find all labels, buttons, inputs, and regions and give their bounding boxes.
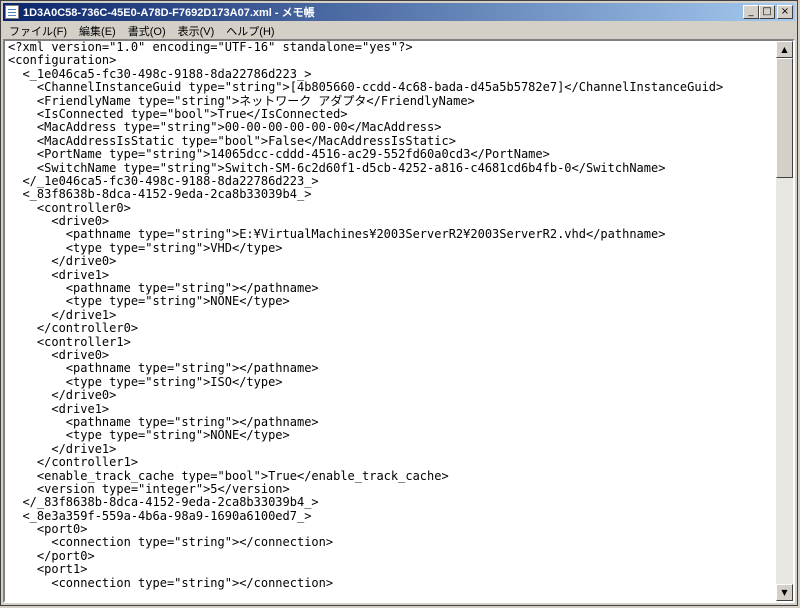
text-line[interactable]: <FriendlyName type="string">ネットワーク アダプタ<… [5,94,776,108]
text-line[interactable]: </_1e046ca5-fc30-498c-9188-8da22786d223_… [5,174,776,188]
text-line[interactable]: <type type="string">ISO</type> [5,375,776,389]
text-line[interactable]: <drive1> [5,402,776,416]
text-line[interactable]: <drive0> [5,214,776,228]
menu-view[interactable]: 表示(V) [172,23,221,39]
text-line[interactable]: </controller1> [5,455,776,469]
text-line[interactable]: <ChannelInstanceGuid type="string">[4b80… [5,80,776,94]
text-line[interactable]: <connection type="string"></connection> [5,536,776,550]
scroll-up-button[interactable]: ▲ [776,41,793,58]
scroll-down-button[interactable]: ▼ [776,584,793,601]
text-line[interactable]: </drive0> [5,254,776,268]
text-line[interactable]: <MacAddressIsStatic type="bool">False</M… [5,134,776,148]
text-line[interactable]: <controller1> [5,335,776,349]
text-line[interactable]: <SwitchName type="string">Switch-SM-6c2d… [5,161,776,175]
text-line[interactable]: </port0> [5,549,776,563]
text-line[interactable]: </drive0> [5,388,776,402]
close-button[interactable]: × [777,5,793,19]
editor-pane[interactable]: <?xml version="1.0" encoding="UTF-16" st… [3,39,795,603]
menu-bar: ファイル(F) 編集(E) 書式(O) 表示(V) ヘルプ(H) [3,22,795,39]
menu-file[interactable]: ファイル(F) [3,23,73,39]
text-content[interactable]: <?xml version="1.0" encoding="UTF-16" st… [5,41,776,601]
notepad-icon[interactable] [5,5,19,19]
text-line[interactable]: <drive0> [5,348,776,362]
text-line[interactable]: <drive1> [5,268,776,282]
menu-help[interactable]: ヘルプ(H) [220,23,280,39]
text-line[interactable]: </drive1> [5,442,776,456]
text-line[interactable]: <pathname type="string"></pathname> [5,281,776,295]
text-line[interactable]: <connection type="string"></connection> [5,576,776,590]
text-line[interactable]: </drive1> [5,308,776,322]
menu-format[interactable]: 書式(O) [122,23,172,39]
text-line[interactable]: <type type="string">NONE</type> [5,428,776,442]
window-title: 1D3A0C58-736C-45E0-A78D-F7692D173A07.xml… [23,7,315,19]
text-line[interactable]: <pathname type="string"></pathname> [5,361,776,375]
maximize-button[interactable]: □ [759,5,775,19]
text-line[interactable]: <MacAddress type="string">00-00-00-00-00… [5,120,776,134]
text-line[interactable]: <version type="integer">5</version> [5,482,776,496]
scroll-thumb[interactable] [776,58,793,178]
text-line[interactable]: <configuration> [5,53,776,67]
text-line[interactable]: <_8e3a359f-559a-4b6a-98a9-1690a6100ed7_> [5,509,776,523]
title-bar[interactable]: 1D3A0C58-736C-45E0-A78D-F7692D173A07.xml… [3,3,795,21]
text-line[interactable]: <type type="string">NONE</type> [5,295,776,309]
text-line[interactable]: <IsConnected type="bool">True</IsConnect… [5,107,776,121]
text-line[interactable]: </controller0> [5,321,776,335]
vertical-scrollbar[interactable]: ▲ ▼ [776,41,793,601]
text-line[interactable]: <controller0> [5,201,776,215]
text-line[interactable]: <pathname type="string">E:¥VirtualMachin… [5,228,776,242]
text-line[interactable]: <type type="string">VHD</type> [5,241,776,255]
minimize-button[interactable]: _ [743,5,759,19]
notepad-window: 1D3A0C58-736C-45E0-A78D-F7692D173A07.xml… [0,0,798,606]
text-line[interactable]: <pathname type="string"></pathname> [5,415,776,429]
text-line[interactable]: <port1> [5,562,776,576]
text-line[interactable]: <port0> [5,522,776,536]
text-line[interactable]: <PortName type="string">14065dcc-cddd-45… [5,147,776,161]
text-line[interactable]: <?xml version="1.0" encoding="UTF-16" st… [5,41,776,54]
menu-edit[interactable]: 編集(E) [73,23,122,39]
text-line[interactable]: <_83f8638b-8dca-4152-9eda-2ca8b33039b4_> [5,187,776,201]
text-line[interactable]: <enable_track_cache type="bool">True</en… [5,469,776,483]
text-line[interactable]: <_1e046ca5-fc30-498c-9188-8da22786d223_> [5,67,776,81]
text-line[interactable]: </_83f8638b-8dca-4152-9eda-2ca8b33039b4_… [5,495,776,509]
